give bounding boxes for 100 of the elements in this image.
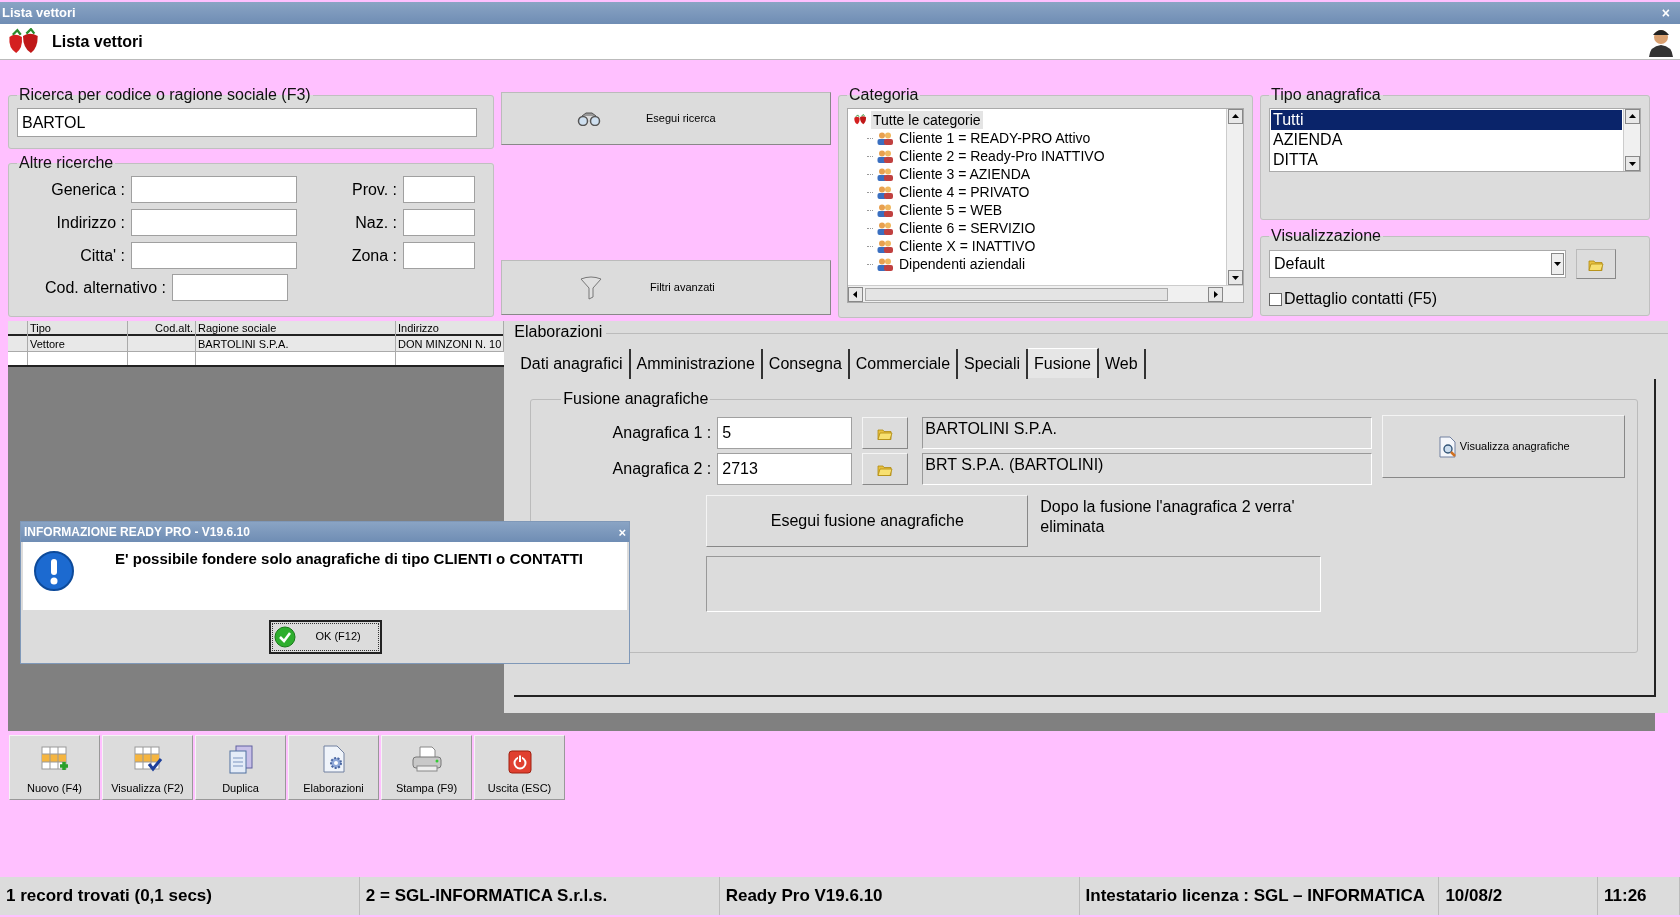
scroll-left-icon[interactable]	[848, 286, 863, 302]
page-title: Lista vettori	[52, 31, 143, 52]
funnel-icon	[580, 275, 602, 300]
table-cell: BARTOLINI S.P.A.	[196, 336, 396, 352]
scroll-right-icon[interactable]	[1208, 286, 1223, 302]
search-field[interactable]: BARTOL	[17, 108, 477, 137]
group-title: Altre ricerche	[18, 153, 115, 173]
status-text: 1 record trovati (0,1 secs)	[0, 877, 360, 915]
tab[interactable]: Fusione	[1028, 348, 1099, 378]
note-text: Dopo la fusione l'anagrafica 2 verra' eliminata	[1040, 497, 1296, 537]
group-title: Categoria	[848, 85, 920, 105]
dialog-message: E' possibile fondere solo anagrafiche di tipo CLIENTI o CONTATTI	[115, 549, 584, 569]
folder-button[interactable]	[1576, 249, 1616, 279]
document-search-icon	[1437, 435, 1458, 458]
tree-item[interactable]: Cliente X = INATTIVO	[897, 237, 1038, 255]
tree-item[interactable]: Tutte le categorie	[871, 111, 983, 129]
name-field: BRT S.P.A. (BARTOLINI)	[922, 453, 1373, 485]
input-field[interactable]	[131, 176, 297, 203]
strawberry-icon	[6, 27, 40, 56]
input-field[interactable]	[403, 176, 475, 203]
toolbar-button[interactable]: Stampa (F9)	[381, 735, 472, 800]
people-icon	[877, 131, 893, 145]
field-label: Cod. alternativo :	[45, 277, 166, 298]
input-field[interactable]	[131, 209, 297, 236]
input-field[interactable]	[403, 209, 475, 236]
field-label: Naz. :	[354, 212, 397, 233]
tree-item[interactable]: Dipendenti aziendali	[897, 255, 1028, 273]
people-icon	[877, 167, 893, 181]
people-icon	[877, 185, 893, 199]
view-dropdown[interactable]: Default	[1269, 250, 1566, 278]
checkbox-label: Dettaglio contatti (F5)	[1284, 289, 1437, 309]
code-field[interactable]: 5	[717, 417, 853, 449]
input-field[interactable]	[131, 242, 297, 269]
list-item[interactable]: DITTA	[1271, 150, 1622, 170]
toolbar-button[interactable]: Uscita (ESC)	[474, 735, 565, 800]
status-text: 11:26	[1598, 877, 1680, 915]
people-icon	[877, 257, 893, 271]
field-label: Zona :	[350, 245, 397, 266]
group-title: Fusione anagrafiche	[562, 389, 710, 409]
scrollbar[interactable]	[1226, 109, 1243, 285]
field-label: Anagrafica 1 :	[611, 423, 712, 443]
status-text: 10/08/2	[1439, 877, 1598, 915]
people-icon	[877, 203, 893, 217]
toolbar-button[interactable]: Duplica	[195, 735, 286, 800]
scrollbar[interactable]	[848, 285, 1243, 302]
dialog-title: INFORMAZIONE READY PRO - V19.6.10	[24, 524, 250, 541]
group-title: Elaborazioni	[514, 322, 603, 342]
input-field[interactable]	[403, 242, 475, 269]
scroll-down-icon[interactable]	[1624, 156, 1640, 171]
list-item[interactable]: Tutti	[1271, 110, 1622, 130]
folder-icon	[877, 426, 894, 440]
toolbar-button[interactable]: Visualizza (F2)	[102, 735, 193, 800]
field-label: Anagrafica 2 :	[611, 459, 712, 479]
exclamation-icon	[33, 550, 75, 592]
filter-button[interactable]: Filtri avanzati	[501, 260, 831, 315]
view-records-button[interactable]: Visualizza anagrafiche	[1382, 415, 1626, 478]
people-icon	[877, 149, 893, 163]
toolbar-button[interactable]: Elaborazioni	[288, 735, 379, 800]
scrollbar[interactable]	[1623, 109, 1640, 171]
group-title: Ricerca per codice o ragione sociale (F3)	[18, 85, 312, 105]
scroll-up-icon[interactable]	[1227, 109, 1243, 124]
grid-check-icon	[132, 743, 163, 774]
status-text: Intestatario licenza : SGL – INFORMATICA	[1079, 877, 1440, 915]
group-title: Tipo anagrafica	[1270, 85, 1382, 105]
list-item[interactable]: AZIENDA	[1271, 130, 1622, 150]
window-title: Lista vettori	[2, 4, 76, 23]
binoculars-icon	[577, 111, 601, 126]
scroll-thumb[interactable]	[865, 287, 1168, 301]
merge-button[interactable]: Esegui fusione anagrafiche	[706, 495, 1029, 547]
name-field: BARTOLINI S.P.A.	[922, 417, 1373, 449]
group-title: Visualizzazione	[1270, 226, 1382, 246]
folder-icon	[1588, 257, 1604, 271]
status-text: 2 = SGL-INFORMATICA S.r.l.s.	[359, 877, 720, 915]
folder-icon	[877, 462, 894, 476]
field-label: Indirizzo :	[55, 212, 125, 233]
input-field[interactable]	[171, 274, 288, 301]
printer-icon	[410, 743, 443, 774]
scroll-up-icon[interactable]	[1624, 109, 1640, 124]
check-icon	[273, 625, 296, 648]
people-icon	[877, 221, 893, 235]
people-icon	[877, 239, 893, 253]
table-cell: Vettore	[28, 336, 128, 352]
ok-button[interactable]: OK (F12)	[268, 619, 382, 654]
toolbar-button[interactable]: Nuovo (F4)	[9, 735, 100, 800]
tree-item[interactable]: Cliente 6 = SERVIZIO	[897, 219, 1038, 237]
field-label: Citta' :	[79, 245, 125, 266]
tree-item[interactable]: Cliente 2 = Ready-Pro INATTIVO	[897, 147, 1107, 165]
field-label: Generica :	[50, 179, 125, 200]
checkbox[interactable]	[1269, 292, 1282, 306]
strawberry-icon	[853, 114, 867, 126]
search-button[interactable]: Esegui ricerca	[501, 92, 831, 145]
scroll-down-icon[interactable]	[1227, 270, 1243, 285]
tree-item[interactable]: Cliente 5 = WEB	[897, 201, 1005, 219]
code-field[interactable]: 2713	[717, 453, 853, 485]
tree-item[interactable]: Cliente 4 = PRIVATO	[897, 183, 1032, 201]
field-label: Prov. :	[350, 179, 397, 200]
power-icon	[507, 749, 532, 774]
tree-item[interactable]: Cliente 1 = READY-PRO Attivo	[897, 129, 1093, 147]
status-text: Ready Pro V19.6.10	[719, 877, 1080, 915]
tree-item[interactable]: Cliente 3 = AZIENDA	[897, 165, 1033, 183]
